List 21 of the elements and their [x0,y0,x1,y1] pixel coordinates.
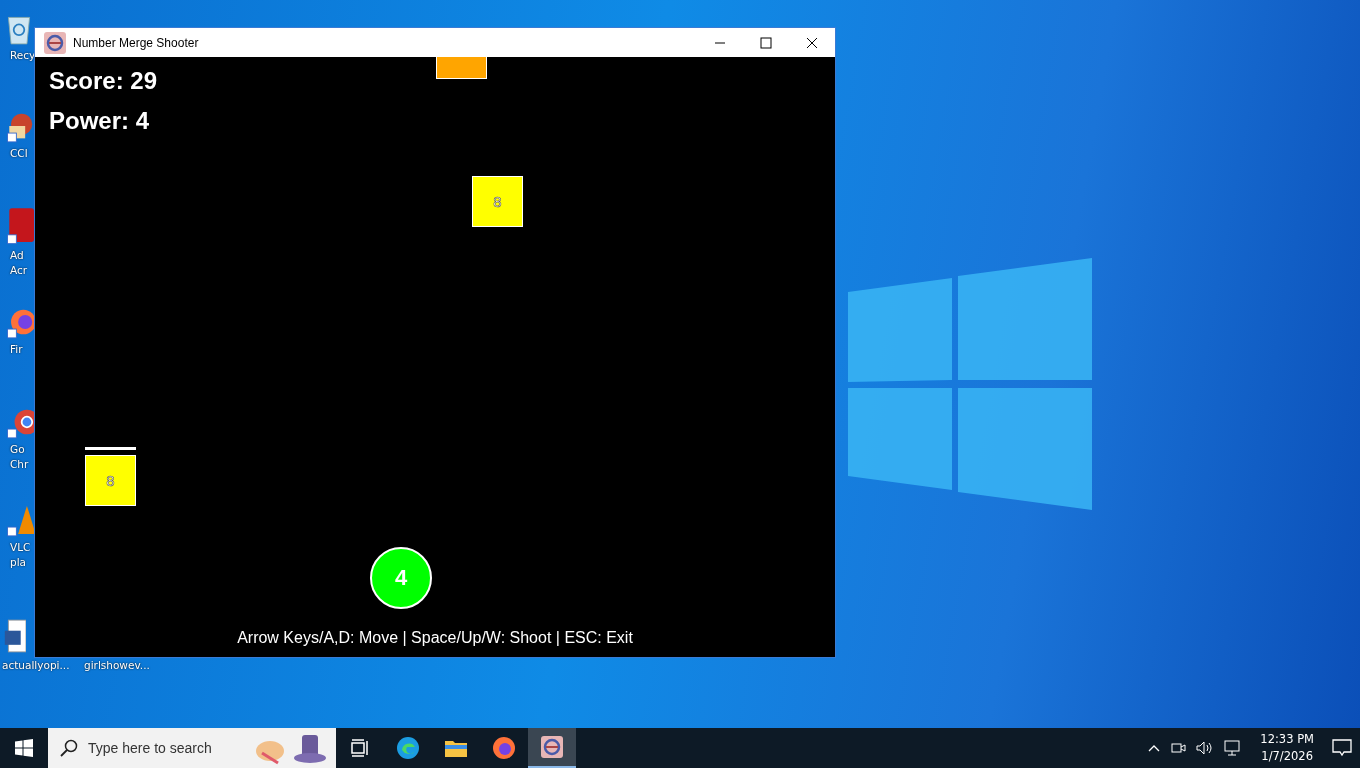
clock-date[interactable]: 1/7/2026 [1261,748,1313,765]
desktop-icon-label[interactable]: actuallyopi... [2,658,70,673]
desktop-icon-label[interactable]: Go [10,442,29,457]
number-block: 8 [472,176,523,227]
window-title: Number Merge Shooter [73,35,200,50]
desktop-icon-label[interactable]: pla [10,555,31,570]
search-field[interactable]: Type here to search [48,728,336,768]
desktop-icon-label[interactable]: Fir [10,342,23,357]
clock-time[interactable]: 12:33 PM [1260,731,1314,748]
controls-hint: Arrow Keys/A,D: Move | Space/Up/W: Shoot | ESC: Exit [237,629,633,647]
desktop-icon-label[interactable]: Recy [10,48,36,63]
score-label: Score: 29 [49,67,158,95]
desktop-icon-label[interactable]: CCl [10,146,28,161]
desktop-icon-label[interactable]: girlshowev... [84,658,150,673]
desktop-icon-label[interactable]: Chr [10,457,29,472]
desktop-icon-label[interactable]: VLC [10,540,31,555]
desktop-icon-label[interactable]: Acr [10,263,28,278]
shooter-ball: 4 [370,547,432,609]
desktop-icon-label[interactable]: Ad [10,248,28,263]
number-block: 8 [85,455,136,506]
power-label: Power: 4 [49,107,150,135]
